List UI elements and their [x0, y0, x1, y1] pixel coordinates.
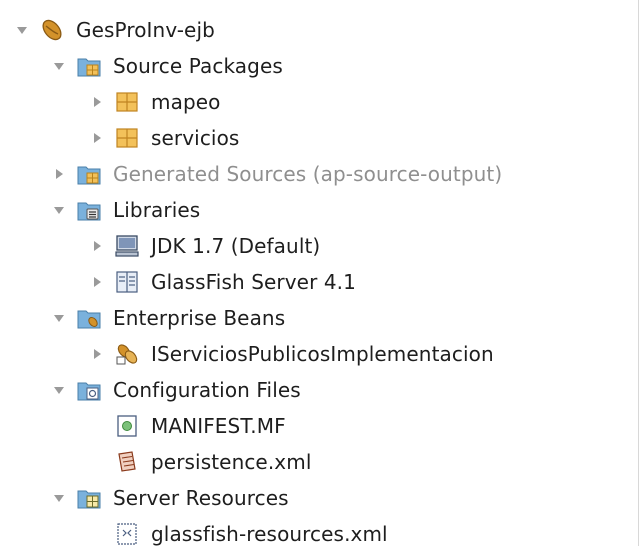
package-icon: [114, 89, 140, 115]
expand-toggle-icon[interactable]: [50, 201, 68, 219]
xml-resource-file-icon: [114, 521, 140, 546]
tree-node-package-mapeo[interactable]: mapeo: [0, 84, 630, 120]
configuration-folder-icon: [76, 377, 102, 403]
tree-node-label: GesProInv-ejb: [76, 18, 215, 42]
expand-toggle-icon[interactable]: [88, 237, 106, 255]
expand-toggle-icon[interactable]: [50, 57, 68, 75]
expand-toggle-icon[interactable]: [50, 489, 68, 507]
tree-node-glassfish-server[interactable]: GlassFish Server 4.1: [0, 264, 630, 300]
tree-node-manifest[interactable]: MANIFEST.MF: [0, 408, 630, 444]
tree-node-label: mapeo: [151, 90, 221, 114]
server-library-icon: [114, 269, 140, 295]
expand-toggle-icon[interactable]: [50, 165, 68, 183]
tree-node-enterprise-beans[interactable]: Enterprise Beans: [0, 300, 630, 336]
jdk-platform-icon: [114, 233, 140, 259]
tree-node-label: Enterprise Beans: [113, 306, 286, 330]
tree-node-configuration-files[interactable]: Configuration Files: [0, 372, 630, 408]
expand-toggle-icon[interactable]: [88, 129, 106, 147]
server-resources-folder-icon: [76, 485, 102, 511]
expand-toggle-icon[interactable]: [88, 93, 106, 111]
session-bean-icon: [114, 341, 140, 367]
tree-node-label: GlassFish Server 4.1: [151, 270, 356, 294]
libraries-folder-icon: [76, 197, 102, 223]
tree-node-label: persistence.xml: [151, 450, 312, 474]
tree-node-server-resources[interactable]: Server Resources: [0, 480, 630, 516]
tree-node-label: Configuration Files: [113, 378, 301, 402]
expand-toggle-icon[interactable]: [50, 309, 68, 327]
generated-sources-folder-icon: [76, 161, 102, 187]
projects-tree-panel: GesProInv-ejb Source Packages mapeo serv…: [0, 0, 639, 546]
tree-node-jdk[interactable]: JDK 1.7 (Default): [0, 228, 630, 264]
tree-node-project[interactable]: GesProInv-ejb: [0, 12, 630, 48]
tree-node-session-bean[interactable]: IServiciosPublicosImplementacion: [0, 336, 630, 372]
manifest-file-icon: [114, 413, 140, 439]
tree-node-label: MANIFEST.MF: [151, 414, 286, 438]
project-bean-icon: [39, 17, 65, 43]
source-packages-folder-icon: [76, 53, 102, 79]
tree-node-label: JDK 1.7 (Default): [151, 234, 321, 258]
tree-node-label: Server Resources: [113, 486, 289, 510]
expand-toggle-icon[interactable]: [88, 273, 106, 291]
tree-node-label: Libraries: [113, 198, 201, 222]
tree-node-persistence[interactable]: persistence.xml: [0, 444, 630, 480]
persistence-file-icon: [114, 449, 140, 475]
package-icon: [114, 125, 140, 151]
enterprise-beans-folder-icon: [76, 305, 102, 331]
tree-node-libraries[interactable]: Libraries: [0, 192, 630, 228]
tree-node-label: IServiciosPublicosImplementacion: [151, 342, 494, 366]
expand-toggle-icon[interactable]: [88, 345, 106, 363]
tree-node-label: glassfish-resources.xml: [151, 522, 388, 546]
tree-node-generated-sources[interactable]: Generated Sources (ap-source-output): [0, 156, 630, 192]
expand-toggle-icon[interactable]: [50, 381, 68, 399]
tree-node-glassfish-resources[interactable]: glassfish-resources.xml: [0, 516, 630, 546]
tree-node-label: servicios: [151, 126, 240, 150]
expand-toggle-icon[interactable]: [13, 21, 31, 39]
tree-node-package-servicios[interactable]: servicios: [0, 120, 630, 156]
tree-node-source-packages[interactable]: Source Packages: [0, 48, 630, 84]
tree-node-label: Source Packages: [113, 54, 283, 78]
tree-node-label: Generated Sources (ap-source-output): [113, 162, 503, 186]
